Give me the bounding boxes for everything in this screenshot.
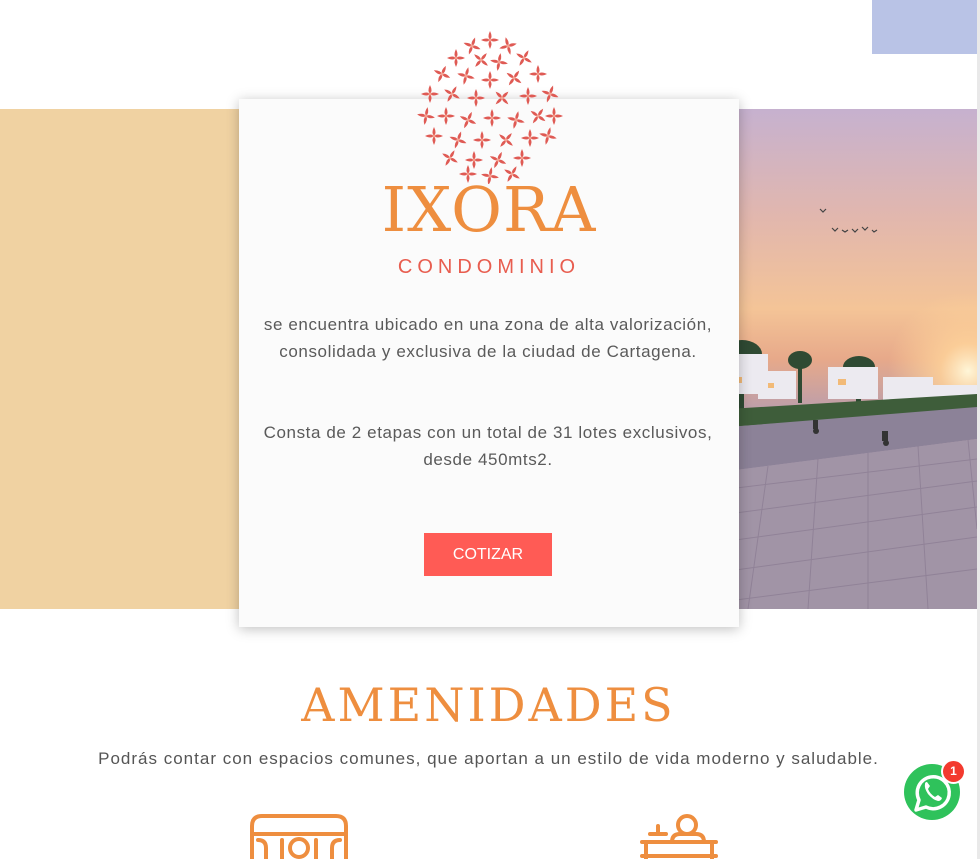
corner-decoration: [872, 0, 978, 54]
intro-paragraph-location: se encuentra ubicado en una zona de alta…: [263, 315, 713, 361]
notification-badge: 1: [943, 761, 964, 782]
sunset-street-scene: [728, 109, 977, 609]
amenities-title: AMENIDADES: [301, 678, 676, 732]
brand-subtitle: CONDOMINIO: [397, 256, 581, 278]
bbq-amenity-icon: [640, 814, 718, 859]
cotizar-button[interactable]: COTIZAR: [424, 533, 552, 576]
intro-paragraph-lots: Consta de 2 etapas con un total de 31 lo…: [263, 423, 713, 469]
brand-name: IXORA: [381, 173, 597, 246]
condominium-photo: [728, 109, 977, 609]
amenities-subtitle: Podrás contar con espacios comunes, que …: [98, 749, 879, 768]
ixora-flower-icon: [415, 31, 563, 184]
beige-background-panel: [0, 109, 250, 609]
pool-amenity-icon: [250, 814, 348, 859]
